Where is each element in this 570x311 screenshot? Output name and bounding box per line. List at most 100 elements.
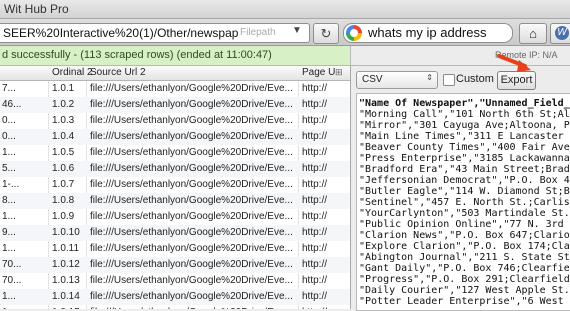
url-dropdown-icon[interactable]: ▼ [292, 25, 302, 36]
table-cell: http:// [302, 195, 328, 206]
output-line: "Abington Journal","211 S. State St [359, 252, 570, 263]
table-cell: 1.0.2 [52, 99, 75, 110]
column-header-ordinal[interactable]: Ordinal 2 [52, 67, 93, 78]
table-cell: 1... [2, 147, 16, 158]
table-row[interactable]: 70... 1.0.12 file:///Users/ethanlyon/Googl… [0, 257, 350, 273]
table-cell: file:///Users/ethanlyon/Google%20Drive/E… [90, 291, 293, 302]
table-row[interactable]: 1...1.0.15file:///Users/ethanlyon/Google… [0, 305, 350, 309]
url-text[interactable]: SEER%20Interactive%20(1)/Other/newspaper… [3, 26, 238, 40]
column-menu-icon[interactable]: ⊞ [335, 67, 343, 78]
output-line: "Bradford Era","43 Main Street;Brad [359, 164, 570, 175]
table-cell: file:///Users/ethanlyon/Google%20Drive/E… [90, 211, 293, 222]
table-cell: 1.0.5 [52, 147, 75, 158]
results-table[interactable]: Ordinal 2 Source Url 2 Page U ⊞ 7... 1.0.… [0, 66, 351, 309]
table-cell: http:// [302, 227, 328, 238]
format-select-value: CSV [362, 74, 383, 85]
table-cell: 1.0.8 [52, 195, 75, 206]
output-line: "Potter Leader Enterprise","6 West [359, 296, 564, 307]
table-cell: http:// [302, 243, 328, 254]
table-cell: file:///Users/ethanlyon/Google%20Drive/E… [90, 243, 293, 254]
url-field[interactable]: SEER%20Interactive%20(1)/Other/newspaper… [0, 23, 310, 43]
table-cell: file:///Users/ethanlyon/Google%20Drive/E… [90, 179, 293, 190]
table-cell: 1.0.13 [52, 275, 80, 286]
toolbar: SEER%20Interactive%20(1)/Other/newspaper… [0, 19, 570, 46]
refresh-icon: ↻ [320, 26, 332, 41]
table-row[interactable]: 46... 1.0.2 file:///Users/ethanlyon/Google… [0, 97, 350, 113]
table-cell: file:///Users/ethanlyon/Google%20Drive/E… [90, 227, 293, 238]
google-icon [346, 25, 362, 41]
table-cell: 5... [2, 163, 16, 174]
status-message: d successfully - (113 scraped rows) (end… [2, 49, 272, 61]
home-button[interactable]: ⌂ [519, 23, 547, 44]
table-cell: 0... [2, 115, 16, 126]
table-row[interactable]: 9... 1.0.10 file:///Users/ethanlyon/Google… [0, 225, 350, 241]
extension-icon: W [555, 26, 569, 40]
output-line: "Beaver County Times","400 Fair Ave [359, 142, 570, 153]
table-row[interactable]: 0... 1.0.4 file:///Users/ethanlyon/Google%… [0, 129, 350, 145]
custom-label: Custom [456, 73, 494, 85]
table-cell: http:// [302, 83, 328, 94]
output-line: "Butler Eagle","114 W. Diamond St;B [359, 186, 570, 197]
output-line: "Public Opinion Online","77 N. 3rd [359, 219, 564, 230]
table-row[interactable]: 8... 1.0.8 file:///Users/ethanlyon/Google%… [0, 193, 350, 209]
refresh-button[interactable]: ↻ [313, 23, 339, 44]
table-cell: http:// [302, 179, 328, 190]
format-select[interactable]: CSV ⇕ [356, 71, 438, 89]
export-output[interactable]: "Name Of Newspaper","Unnamed_Field_ "Morn… [356, 93, 570, 311]
output-line: "Name Of Newspaper","Unnamed_Field_ [359, 98, 570, 109]
status-message-box: d successfully - (113 scraped rows) (end… [0, 46, 351, 65]
table-cell: 1.0.3 [52, 115, 75, 126]
table-cell: 1.0.9 [52, 211, 75, 222]
column-header-source-url[interactable]: Source Url 2 [90, 67, 146, 78]
table-cell: 1.0.14 [52, 291, 80, 302]
table-row[interactable]: 1... 1.0.11 file:///Users/ethanlyon/Google… [0, 241, 350, 257]
table-cell: 46... [2, 99, 22, 110]
table-row[interactable]: 1-... 1.0.7 file:///Users/ethanlyon/Google… [0, 177, 350, 193]
table-cell: file:///Users/ethanlyon/Google%20Drive/E… [90, 163, 293, 174]
output-line: "Gant Daily","P.O. Box 746;Clearfie [359, 263, 570, 274]
title-bar: Wit Hub Pro [0, 0, 570, 19]
table-cell: http:// [302, 291, 328, 302]
table-row[interactable]: 70... 1.0.13 file:///Users/ethanlyon/Googl… [0, 273, 350, 289]
table-cell: file:///Users/ethanlyon/Google%20Drive/E… [90, 275, 293, 286]
table-cell: http:// [302, 99, 328, 110]
table-row[interactable]: 7... 1.0.1 file:///Users/ethanlyon/Google%… [0, 81, 350, 97]
output-line: "Jeffersonian Democrat","P.O. Box 4 [359, 175, 570, 186]
search-input[interactable]: whats my ip address [368, 25, 487, 40]
table-cell: 1.0.10 [52, 227, 80, 238]
window-title: Wit Hub Pro [4, 2, 69, 16]
custom-checkbox[interactable] [443, 74, 455, 86]
table-cell: 70... [2, 259, 22, 270]
output-line: "Explore Clarion","P.O. Box 174;Cla [359, 241, 570, 252]
table-cell: 9... [2, 227, 16, 238]
status-bar: d successfully - (113 scraped rows) (end… [0, 46, 570, 66]
table-cell: 1.0.1 [52, 83, 75, 94]
search-field[interactable]: whats my ip address [343, 23, 513, 43]
export-panel: CSV ⇕ Custom Export "Name Of Newspaper",… [351, 54, 570, 311]
extension-button[interactable]: W [550, 23, 570, 44]
table-row[interactable]: 1... 1.0.9 file:///Users/ethanlyon/Google%… [0, 209, 350, 225]
table-cell: 1... [2, 243, 16, 254]
table-row[interactable]: 1... 1.0.14 file:///Users/ethanlyon/Google… [0, 289, 350, 305]
table-cell: 7... [2, 83, 16, 94]
table-cell: file:///Users/ethanlyon/Google%20Drive/E… [90, 195, 293, 206]
table-cell: file:///Users/ethanlyon/Google%20Drive/E… [90, 99, 293, 110]
table-cell: http:// [302, 259, 328, 270]
output-line: "Main Line Times","311 E Lancaster [359, 131, 564, 142]
output-line: "Sentinel","457 E. North St.;Carlis [359, 197, 570, 208]
table-cell: http:// [302, 115, 328, 126]
column-header-page-url[interactable]: Page U [302, 67, 335, 78]
table-cell: file:///Users/ethanlyon/Google%20Drive/E… [90, 83, 293, 94]
table-row[interactable]: 0... 1.0.3 file:///Users/ethanlyon/Google%… [0, 113, 350, 129]
url-hint: Filepath [240, 27, 276, 38]
table-row[interactable]: 5... 1.0.6 file:///Users/ethanlyon/Google%… [0, 161, 350, 177]
home-icon: ⌂ [529, 26, 537, 41]
table-cell: 1.0.12 [52, 259, 80, 270]
table-row[interactable]: 1... 1.0.5 file:///Users/ethanlyon/Google%… [0, 145, 350, 161]
table-cell: 70... [2, 275, 22, 286]
output-line: "Morning Call","101 North 6th St;Al [359, 109, 570, 120]
table-cell: 8... [2, 195, 16, 206]
table-cell: 0... [2, 131, 16, 142]
table-cell: 1... [2, 211, 16, 222]
table-cell: file:///Users/ethanlyon/Google%20Drive/E… [90, 259, 293, 270]
